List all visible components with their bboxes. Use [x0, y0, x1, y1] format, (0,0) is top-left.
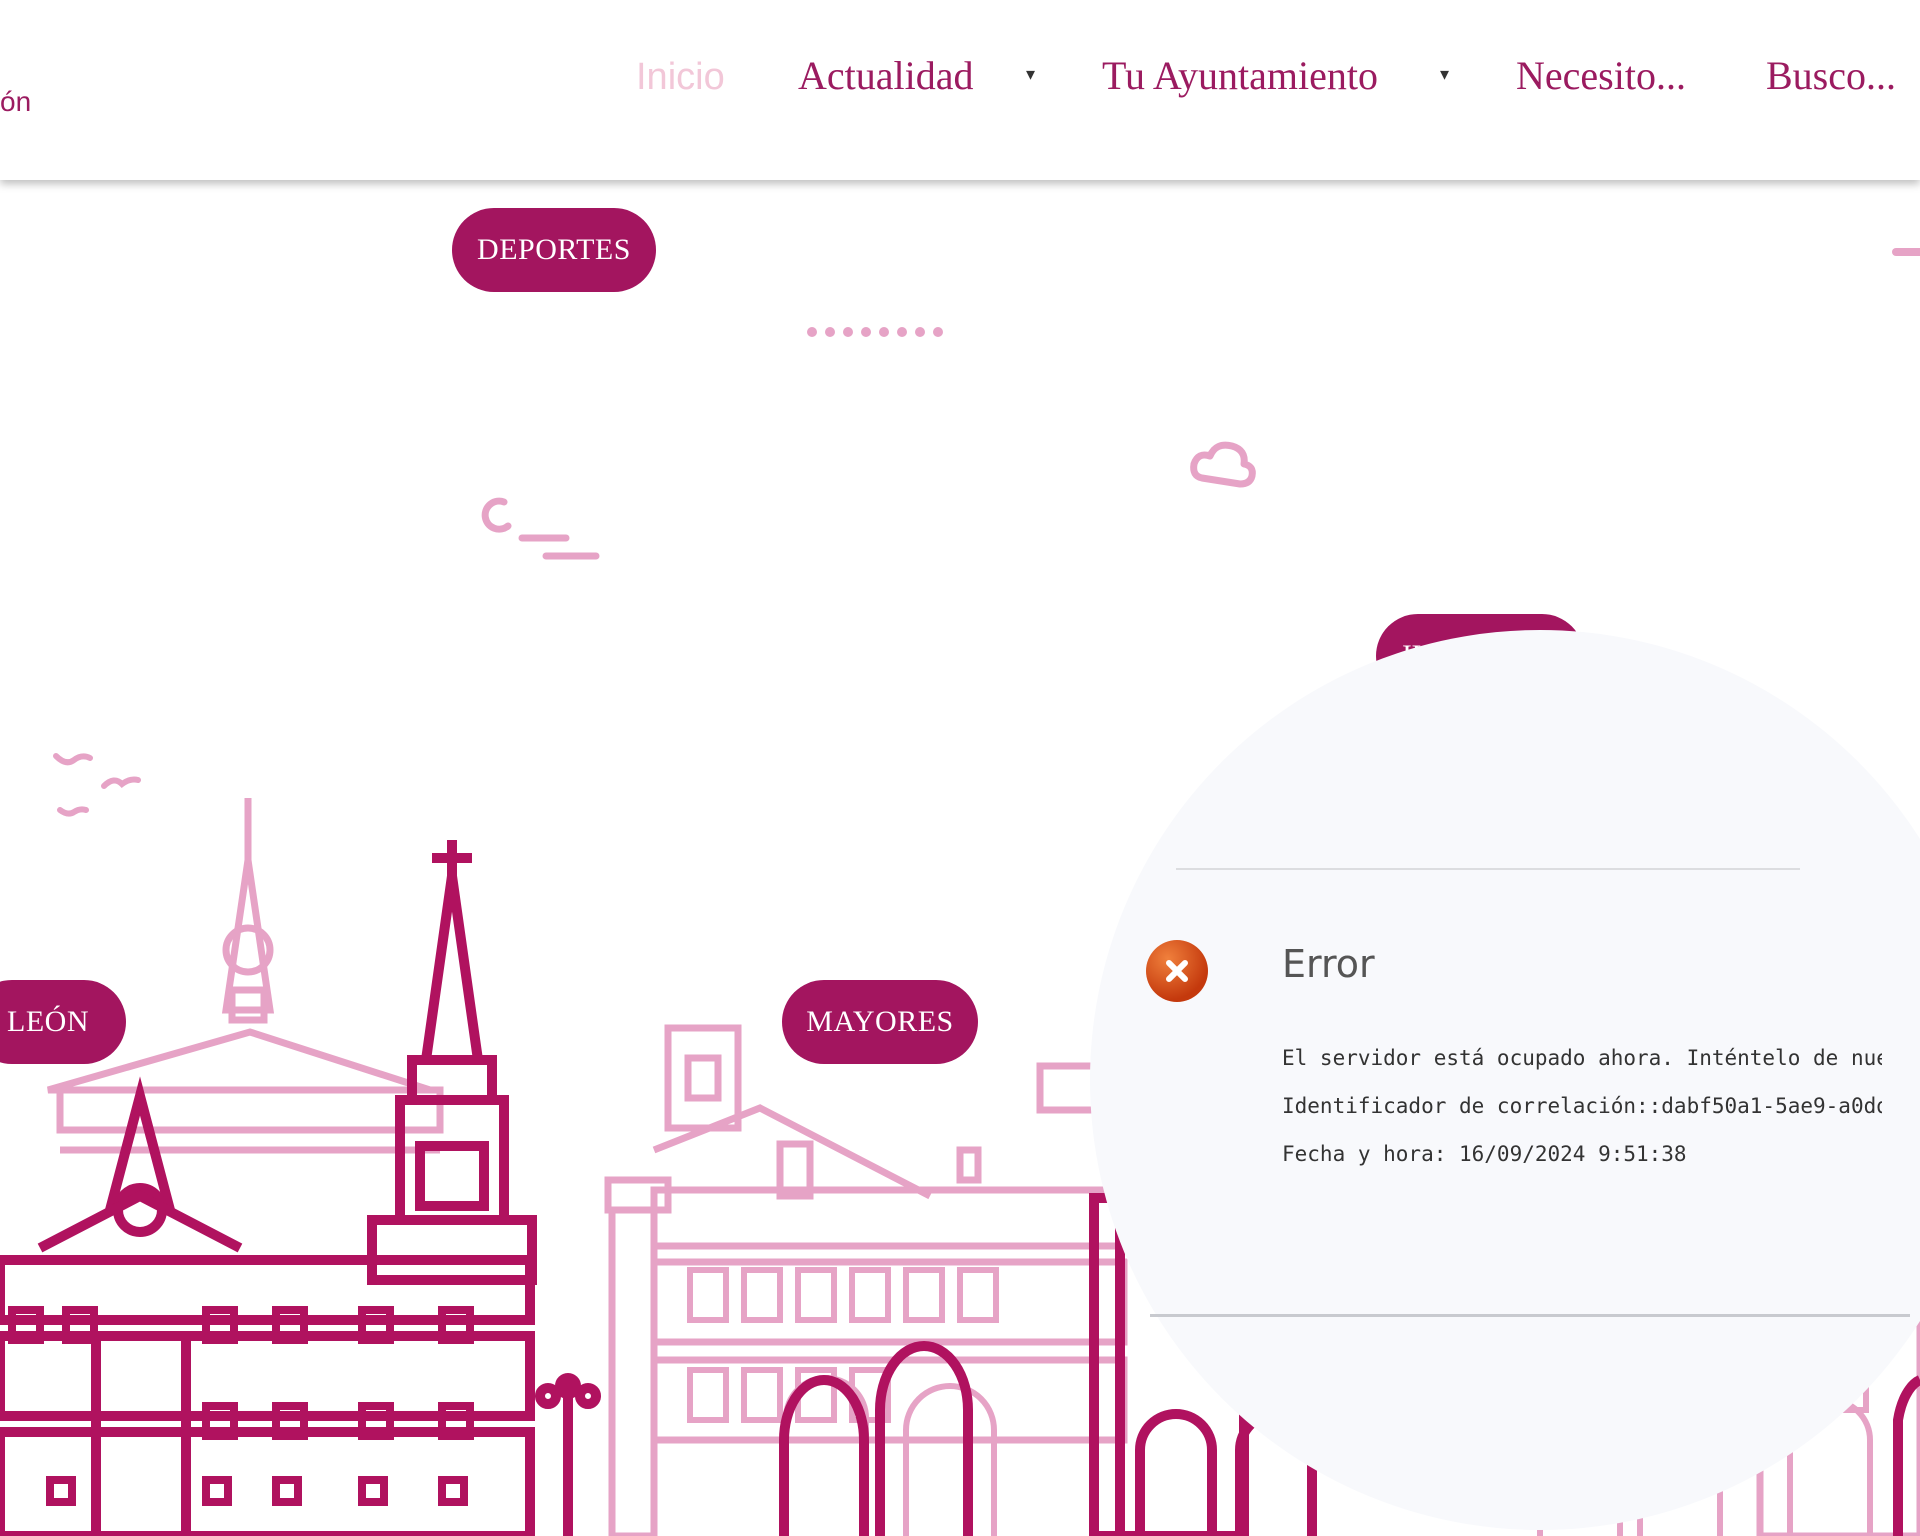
error-close-icon[interactable] [1146, 940, 1208, 1002]
dots-decoration [807, 327, 943, 337]
dialog-top-border [1176, 868, 1800, 870]
error-correlation-id: Identificador de correlación::dabf50a1-5… [1282, 1094, 1882, 1118]
birds-decoration [53, 753, 141, 817]
nav-actualidad[interactable]: Actualidad [798, 52, 974, 99]
site-header: ón Inicio Actualidad ▾ Tu Ayuntamiento ▾… [0, 0, 1920, 180]
nav-inicio[interactable]: Inicio [636, 56, 725, 99]
ayuntamiento-dropdown-icon[interactable]: ▾ [1440, 64, 1449, 85]
logo-text-fragment[interactable]: ón [0, 86, 31, 118]
cloud-icon [1190, 441, 1256, 488]
nav-busco[interactable]: Busco... [1766, 52, 1896, 99]
dialog-bottom-border [1150, 1314, 1910, 1317]
wind-swirl-decoration [481, 497, 600, 560]
nav-necesito[interactable]: Necesito... [1516, 52, 1686, 99]
nav-tu-ayuntamiento[interactable]: Tu Ayuntamiento [1102, 52, 1378, 99]
error-message: El servidor está ocupado ahora. Inténtel… [1282, 1046, 1882, 1070]
error-dialog [1090, 630, 1920, 1530]
actualidad-dropdown-icon[interactable]: ▾ [1026, 64, 1035, 85]
error-datetime: Fecha y hora: 16/09/2024 9:51:38 [1282, 1142, 1687, 1166]
error-title: Error [1282, 942, 1375, 986]
